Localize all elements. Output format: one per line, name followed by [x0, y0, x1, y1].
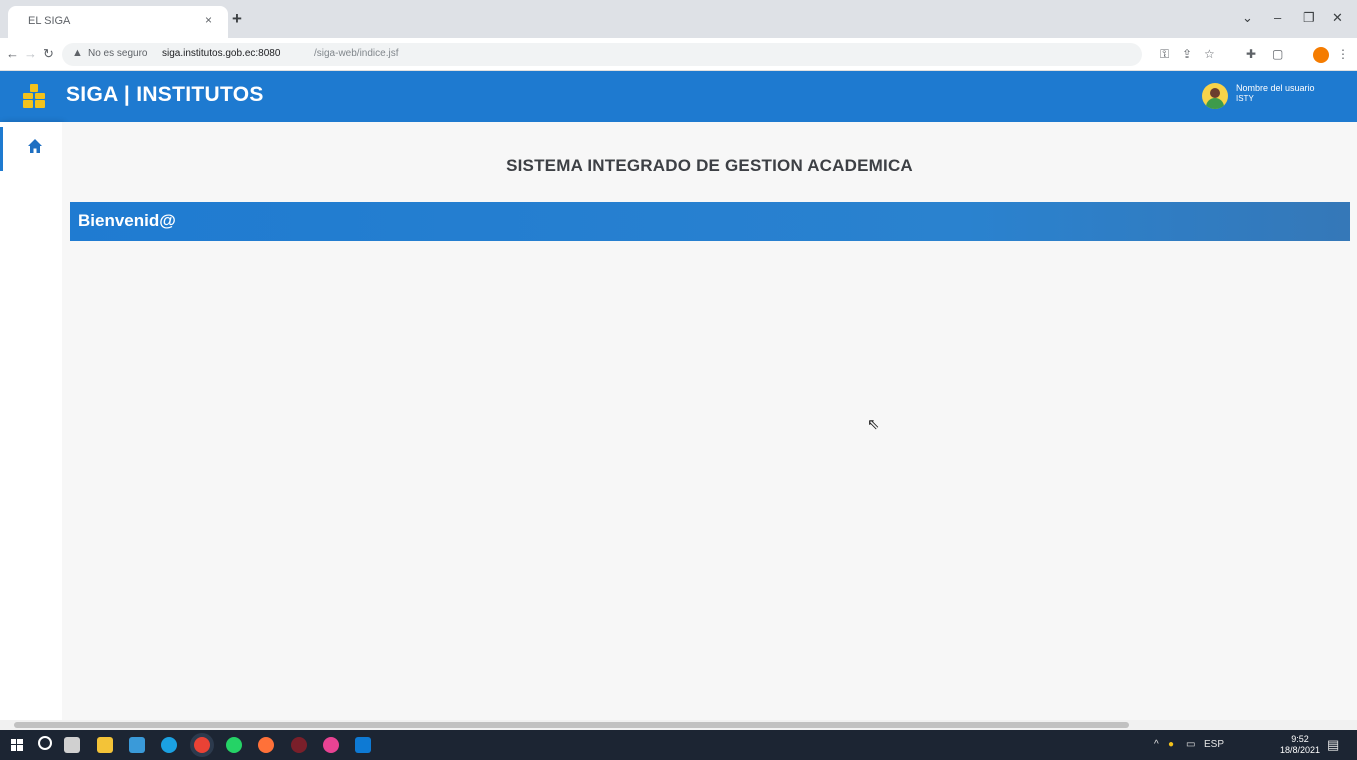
network-icon[interactable]: ▭	[1186, 739, 1195, 750]
back-icon[interactable]: ←	[6, 46, 19, 61]
opera-icon[interactable]	[291, 737, 307, 753]
clock-date: 18/8/2021	[1280, 745, 1321, 755]
user-code: ISTY	[1236, 94, 1254, 103]
search-icon[interactable]	[38, 736, 52, 750]
clock-time: 9:52	[1291, 734, 1309, 744]
address-field[interactable]: ▲ No es seguro siga.institutos.gob.ec:80…	[62, 43, 1142, 66]
tab-title: EL SIGA	[28, 15, 71, 27]
taskbar: ^ ● ▭ ESP 9:52 18/8/2021 ▤	[0, 730, 1357, 760]
browser-tabstrip: EL SIGA × + ⌄ – ❐ ✕	[0, 0, 1357, 38]
app-header: SIGA | INSTITUTOS Nombre del usuario IST…	[0, 71, 1357, 122]
windows-start-icon[interactable]	[11, 739, 23, 751]
page-title: SISTEMA INTEGRADO DE GESTION ACADEMICA	[506, 156, 913, 175]
clock[interactable]: 9:52 18/8/2021	[1280, 734, 1320, 756]
warning-icon[interactable]: ▲	[72, 47, 83, 59]
window-close-icon[interactable]: ✕	[1332, 10, 1343, 26]
browser-tab[interactable]: EL SIGA ×	[8, 6, 228, 38]
welcome-label: Bienvenid@	[78, 211, 176, 230]
url-host: siga.institutos.gob.ec:8080	[162, 48, 281, 59]
user-avatar[interactable]	[1202, 83, 1228, 109]
calculator-icon[interactable]	[64, 737, 80, 753]
app-icon[interactable]	[323, 737, 339, 753]
sidebar	[0, 122, 62, 720]
bookmark-star-icon[interactable]: ☆	[1204, 47, 1215, 61]
browser-toolbar: ← → ↻ ▲ No es seguro siga.institutos.gob…	[0, 38, 1357, 71]
user-name[interactable]: Nombre del usuario	[1236, 83, 1315, 94]
tab-close-icon[interactable]: ×	[205, 13, 212, 27]
tray-app-icon[interactable]: ●	[1168, 739, 1174, 750]
app-title: SIGA | INSTITUTOS	[66, 83, 264, 106]
chrome-icon[interactable]	[194, 737, 210, 753]
language-indicator[interactable]: ESP	[1204, 739, 1224, 750]
horizontal-scrollbar[interactable]	[0, 720, 1357, 730]
restore-icon[interactable]: ❐	[1303, 10, 1315, 26]
share-icon[interactable]: ⇪	[1182, 47, 1192, 61]
split-view-icon[interactable]: ▢	[1272, 47, 1283, 61]
key-icon[interactable]: ⚿	[1160, 47, 1169, 62]
main-content: SISTEMA INTEGRADO DE GESTION ACADEMICA B…	[62, 122, 1357, 720]
minimize-icon[interactable]: –	[1274, 10, 1281, 25]
notifications-icon[interactable]: ▤	[1327, 737, 1339, 753]
welcome-panel-header: Bienvenid@	[70, 202, 1350, 241]
new-tab-icon[interactable]: +	[232, 9, 242, 29]
file-explorer-icon[interactable]	[97, 737, 113, 753]
mouse-cursor-icon: ⇖	[867, 416, 880, 433]
vscode-icon[interactable]	[355, 737, 371, 753]
sidebar-item-home[interactable]	[0, 127, 50, 171]
scrollbar-thumb[interactable]	[14, 722, 1129, 728]
profile-avatar[interactable]	[1313, 47, 1329, 63]
tab-search-icon[interactable]: ⌄	[1242, 10, 1253, 26]
extensions-icon[interactable]: ✚	[1246, 47, 1256, 61]
mail-icon[interactable]	[129, 737, 145, 753]
url-path: /siga-web/indice.jsf	[314, 48, 399, 59]
security-label: No es seguro	[88, 48, 148, 59]
reload-icon[interactable]: ↻	[43, 46, 54, 62]
tray-expand-icon[interactable]: ^	[1154, 739, 1159, 750]
siga-logo	[23, 84, 47, 108]
whatsapp-icon[interactable]	[226, 737, 242, 753]
forward-icon[interactable]: →	[24, 46, 37, 61]
home-icon	[28, 139, 42, 153]
browser-menu-icon[interactable]: ⋮	[1337, 47, 1349, 61]
firefox-icon[interactable]	[258, 737, 274, 753]
edge-icon[interactable]	[161, 737, 177, 753]
